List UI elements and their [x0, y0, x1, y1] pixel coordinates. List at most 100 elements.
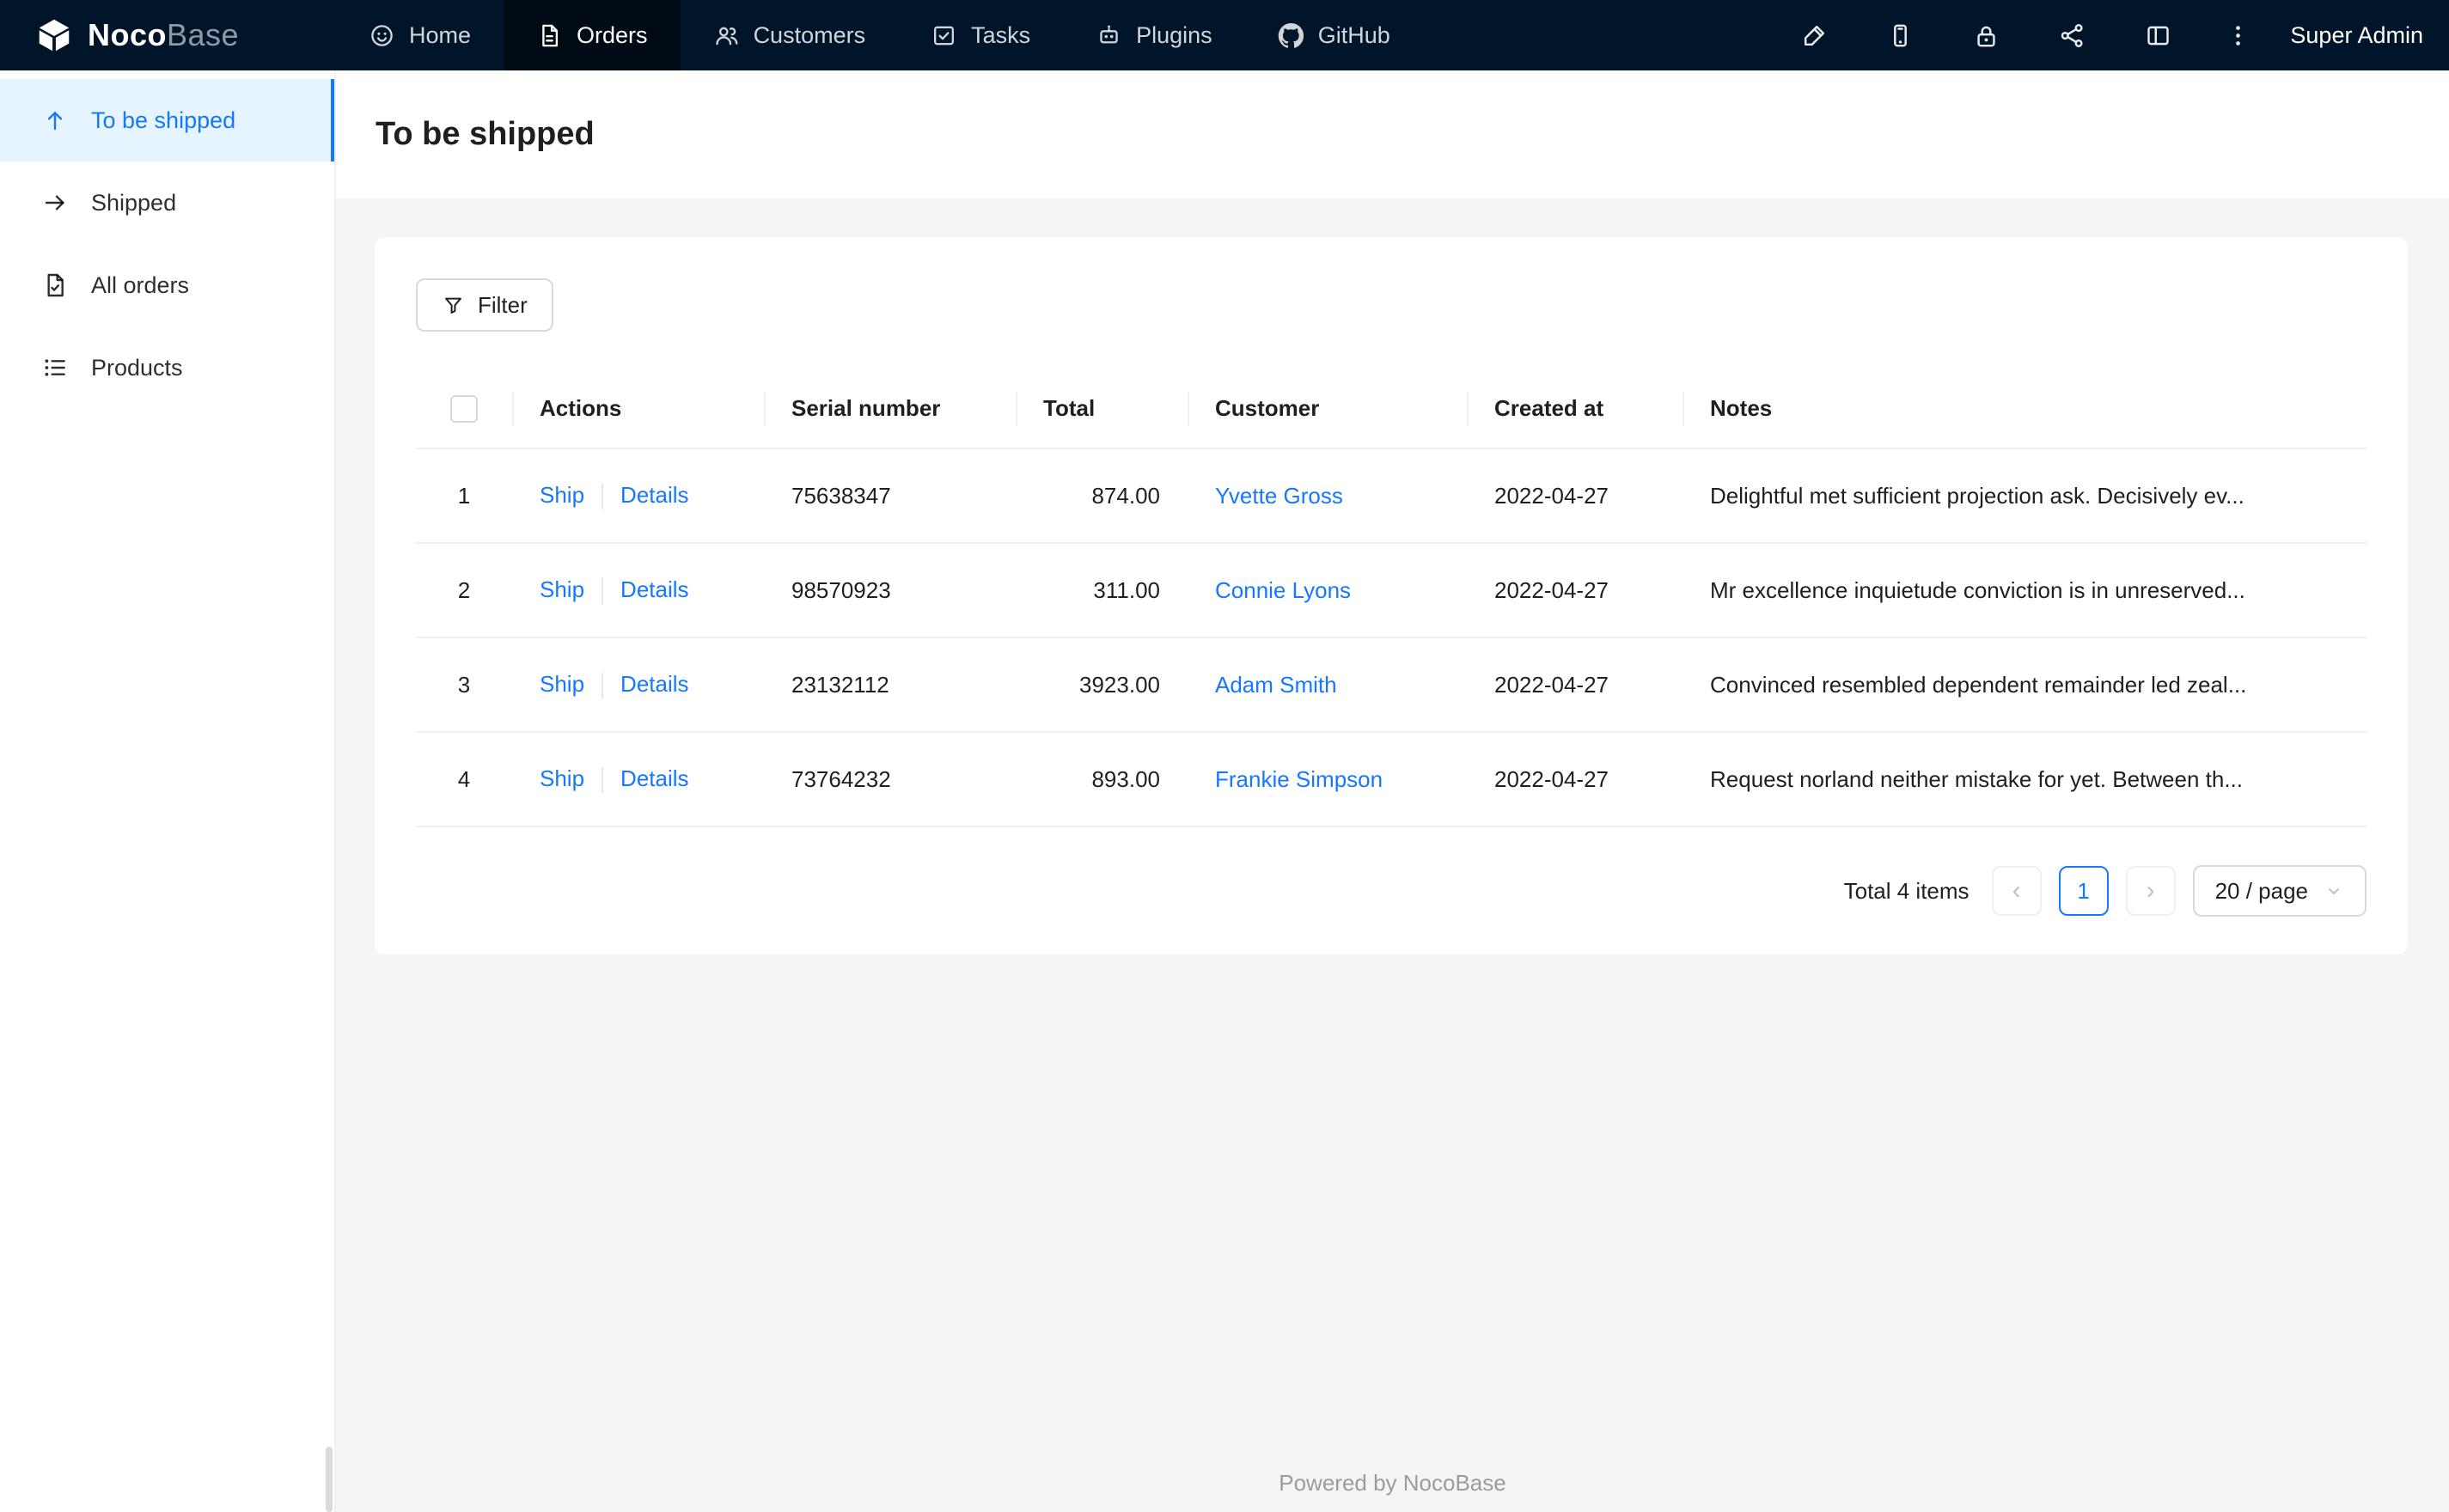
page-size-select[interactable]: 20 / page: [2192, 865, 2367, 917]
row-actions: Ship Details: [512, 637, 764, 733]
sidebar-item-products[interactable]: Products: [0, 326, 334, 409]
sidebar-item-label: To be shipped: [91, 107, 236, 133]
nav-item-label: Home: [409, 21, 472, 48]
right-chevron-icon: ›: [2146, 876, 2155, 905]
ellipsis-vertical-icon: [2224, 21, 2252, 50]
customer-cell: Adam Smith: [1188, 637, 1467, 733]
sidebar-item-all-orders[interactable]: All orders: [0, 244, 334, 326]
sidebar-item-to-be-shipped[interactable]: To be shipped: [0, 79, 334, 162]
brand-bold: Noco: [88, 17, 167, 52]
orders-table: Actions Serial number Total Customer Cre…: [416, 369, 2367, 827]
lock-icon: [1972, 21, 2000, 50]
nav-item-plugins[interactable]: Plugins: [1063, 0, 1245, 70]
nav-item-label: GitHub: [1317, 21, 1390, 48]
chevron-down-icon: [2324, 881, 2344, 901]
permissions-button[interactable]: [1943, 0, 2029, 70]
select-all-checkbox[interactable]: [450, 395, 478, 424]
total-cell: 3923.00: [1016, 637, 1188, 733]
unordered-list-icon: [41, 354, 69, 381]
content-area: Filter Actions Serial number Total Custo…: [336, 198, 2449, 1512]
table-row: 4 Ship Details 73764232 893.00 Frankie Si…: [416, 732, 2367, 827]
sidebar-scrollbar[interactable]: [326, 1447, 333, 1512]
brand-light: Base: [167, 17, 240, 52]
prev-page-button[interactable]: ‹: [1991, 866, 2042, 916]
notes-cell: Mr excellence inquietude conviction is i…: [1683, 543, 2367, 638]
row-index[interactable]: 2: [416, 543, 512, 638]
customer-cell: Connie Lyons: [1188, 543, 1467, 638]
created-cell: 2022-04-27: [1467, 637, 1683, 733]
more-button[interactable]: [2201, 0, 2275, 70]
table-row: 1 Ship Details 75638347 874.00 Yvette Gro…: [416, 448, 2367, 544]
left-chevron-icon: ‹: [2012, 876, 2021, 905]
filter-funnel-icon: [442, 294, 465, 317]
share-alt-icon: [2058, 21, 2086, 50]
arrow-up-icon: [41, 107, 69, 134]
ship-link[interactable]: Ship: [540, 576, 584, 602]
customer-link[interactable]: Frankie Simpson: [1215, 766, 1383, 792]
customer-link[interactable]: Adam Smith: [1215, 672, 1337, 698]
nav-item-github[interactable]: GitHub: [1245, 0, 1423, 70]
page-title: To be shipped: [376, 116, 595, 152]
smile-icon: [369, 22, 395, 49]
ship-link[interactable]: Ship: [540, 765, 584, 791]
layout-icon: [2144, 21, 2172, 50]
orders-table-block: Filter Actions Serial number Total Custo…: [375, 237, 2408, 954]
nav-item-customers[interactable]: Customers: [681, 0, 899, 70]
robot-icon: [1096, 22, 1122, 49]
main-area: To be shipped Filter Actions Serial numb…: [336, 70, 2449, 1512]
customer-link[interactable]: Yvette Gross: [1215, 483, 1343, 509]
nav-item-orders[interactable]: Orders: [504, 0, 681, 70]
row-index[interactable]: 1: [416, 448, 512, 544]
nav-item-label: Tasks: [971, 21, 1031, 48]
column-header-created: Created at: [1467, 369, 1683, 449]
api-button[interactable]: [2029, 0, 2115, 70]
layout-button[interactable]: [2115, 0, 2201, 70]
created-cell: 2022-04-27: [1467, 543, 1683, 638]
divider: [602, 673, 604, 699]
ship-link[interactable]: Ship: [540, 671, 584, 697]
sidebar: To be shipped Shipped All orders Product…: [0, 70, 336, 1512]
layout: To be shipped Shipped All orders Product…: [0, 70, 2449, 1512]
filter-button-label: Filter: [478, 291, 528, 318]
pagination-total: Total 4 items: [1843, 877, 1970, 904]
nocobase-logo-icon: [34, 15, 74, 55]
nav-item-label: Orders: [577, 21, 648, 48]
check-square-icon: [931, 22, 957, 49]
file-check-icon: [41, 271, 69, 299]
ship-link[interactable]: Ship: [540, 482, 584, 508]
brand[interactable]: NocoBase: [0, 0, 336, 70]
details-link[interactable]: Details: [620, 576, 688, 602]
github-icon: [1278, 22, 1304, 49]
table-row: 2 Ship Details 98570923 311.00 Connie Lyo…: [416, 543, 2367, 638]
nav-item-tasks[interactable]: Tasks: [898, 0, 1063, 70]
ui-editor-button[interactable]: [1771, 0, 1857, 70]
mobile-client-button[interactable]: [1857, 0, 1943, 70]
details-link[interactable]: Details: [620, 765, 688, 791]
page-1-button[interactable]: 1: [2058, 866, 2109, 916]
column-header-notes: Notes: [1683, 369, 2367, 449]
sidebar-item-label: All orders: [91, 271, 190, 298]
mobile-icon: [1886, 21, 1915, 50]
brand-name: NocoBase: [88, 17, 239, 53]
column-header-serial: Serial number: [764, 369, 1016, 449]
filter-button[interactable]: Filter: [416, 278, 553, 332]
pagination: Total 4 items ‹ 1 › 20 / page: [416, 865, 2367, 917]
details-link[interactable]: Details: [620, 671, 688, 697]
customer-link[interactable]: Connie Lyons: [1215, 577, 1351, 603]
notes-cell: Convinced resembled dependent remainder …: [1683, 637, 2367, 733]
row-index[interactable]: 4: [416, 732, 512, 827]
row-actions: Ship Details: [512, 732, 764, 827]
nav-item-home[interactable]: Home: [336, 0, 504, 70]
divider: [602, 767, 604, 794]
sidebar-item-label: Products: [91, 354, 183, 381]
sidebar-item-shipped[interactable]: Shipped: [0, 162, 334, 244]
table-row: 3 Ship Details 23132112 3923.00 Adam Smit…: [416, 637, 2367, 733]
next-page-button[interactable]: ›: [2125, 866, 2176, 916]
notes-cell: Delightful met sufficient projection ask…: [1683, 448, 2367, 544]
column-header-actions: Actions: [512, 369, 764, 449]
main-menu: Home Orders Customers Tasks Plugins GitH…: [336, 0, 1423, 70]
user-menu[interactable]: Super Admin: [2290, 22, 2423, 49]
serial-cell: 98570923: [764, 543, 1016, 638]
details-link[interactable]: Details: [620, 482, 688, 508]
row-index[interactable]: 3: [416, 637, 512, 733]
